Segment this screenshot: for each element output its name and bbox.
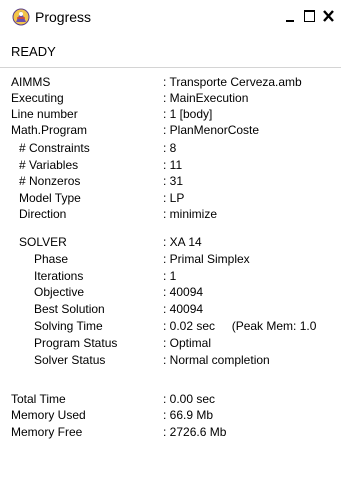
info-value: : 11 [163, 158, 183, 172]
info-row-objective: Objective : 40094 [0, 285, 341, 300]
info-row-program-status: Program Status : Optimal [0, 336, 341, 351]
window-title: Progress [35, 9, 92, 25]
info-value: : XA 14 [163, 235, 202, 249]
info-label: Best Solution [34, 302, 105, 316]
status-bar: READY [0, 33, 341, 68]
info-value: : Primal Simplex [163, 252, 250, 266]
info-value: : Transporte Cerveza.amb [163, 75, 302, 89]
info-label: Total Time [11, 392, 66, 406]
maximize-icon [304, 10, 315, 22]
info-row-memory-free: Memory Free : 2726.6 Mb [0, 425, 341, 440]
info-value: : LP [163, 191, 185, 205]
info-row-solver-status: Solver Status : Normal completion [0, 353, 341, 368]
info-label: Program Status [34, 336, 118, 350]
info-label: Memory Used [11, 408, 86, 422]
maximize-button[interactable] [301, 7, 318, 25]
info-value: : 66.9 Mb [163, 408, 214, 422]
info-value: : 8 [163, 141, 177, 155]
info-label: Executing [11, 91, 64, 105]
info-row-iterations: Iterations : 1 [0, 269, 341, 284]
info-value: : PlanMenorCoste [163, 123, 260, 137]
aimms-app-icon [12, 8, 30, 26]
info-row-math-program: Math.Program : PlanMenorCoste [0, 123, 341, 138]
info-value: : 1 [body] [163, 107, 213, 121]
info-value: : 1 [163, 269, 177, 283]
info-label: Phase [34, 252, 69, 266]
close-icon [323, 10, 334, 22]
info-row-aimms: AIMMS : Transporte Cerveza.amb [0, 75, 341, 90]
info-row-best-solution: Best Solution : 40094 [0, 302, 341, 317]
info-row-memory-used: Memory Used : 66.9 Mb [0, 408, 341, 423]
info-row-solver: SOLVER : XA 14 [0, 235, 341, 250]
info-value: : 2726.6 Mb [163, 425, 227, 439]
info-label: Objective [34, 285, 85, 299]
info-label: Memory Free [11, 425, 83, 439]
info-value: : 31 [163, 174, 184, 188]
info-row-model-type: Model Type : LP [0, 191, 341, 206]
info-row-nonzeros: # Nonzeros : 31 [0, 174, 341, 189]
info-row-variables: # Variables : 11 [0, 158, 341, 173]
info-label: Solver Status [34, 353, 106, 367]
info-value: : Normal completion [163, 353, 270, 367]
info-label: # Variables [19, 158, 79, 172]
info-label: Math.Program [11, 123, 88, 137]
info-label: Line number [11, 107, 78, 121]
info-value: : 0.02 sec (Peak Mem: 1.0 [163, 319, 317, 333]
info-row-phase: Phase : Primal Simplex [0, 252, 341, 267]
info-value: : 40094 [163, 302, 204, 316]
info-label: # Nonzeros [19, 174, 81, 188]
status-text: READY [11, 44, 56, 59]
minimize-button[interactable] [282, 7, 299, 25]
info-label: Solving Time [34, 319, 103, 333]
info-row-direction: Direction : minimize [0, 207, 341, 222]
info-label: Direction [19, 207, 67, 221]
info-value: : 0.00 sec [163, 392, 216, 406]
info-value: : minimize [163, 207, 218, 221]
info-label: # Constraints [19, 141, 90, 155]
info-row-solving-time: Solving Time : 0.02 sec (Peak Mem: 1.0 [0, 319, 341, 334]
info-row-constraints: # Constraints : 8 [0, 141, 341, 156]
minimize-icon [286, 20, 294, 22]
close-button[interactable] [320, 7, 337, 25]
info-label: Model Type [19, 191, 81, 205]
info-label: Iterations [34, 269, 84, 283]
info-value: : Optimal [163, 336, 212, 350]
progress-window: Progress READY AIMMS : Transporte Cervez… [0, 0, 341, 486]
info-row-line-number: Line number : 1 [body] [0, 107, 341, 122]
info-value: : MainExecution [163, 91, 249, 105]
info-label: SOLVER [19, 235, 67, 249]
info-row-executing: Executing : MainExecution [0, 91, 341, 106]
progress-info-panel: AIMMS : Transporte Cerveza.amb Executing… [0, 68, 341, 486]
info-value: : 40094 [163, 285, 204, 299]
title-bar[interactable]: Progress [0, 0, 341, 33]
info-row-total-time: Total Time : 0.00 sec [0, 392, 341, 407]
info-label: AIMMS [11, 75, 51, 89]
